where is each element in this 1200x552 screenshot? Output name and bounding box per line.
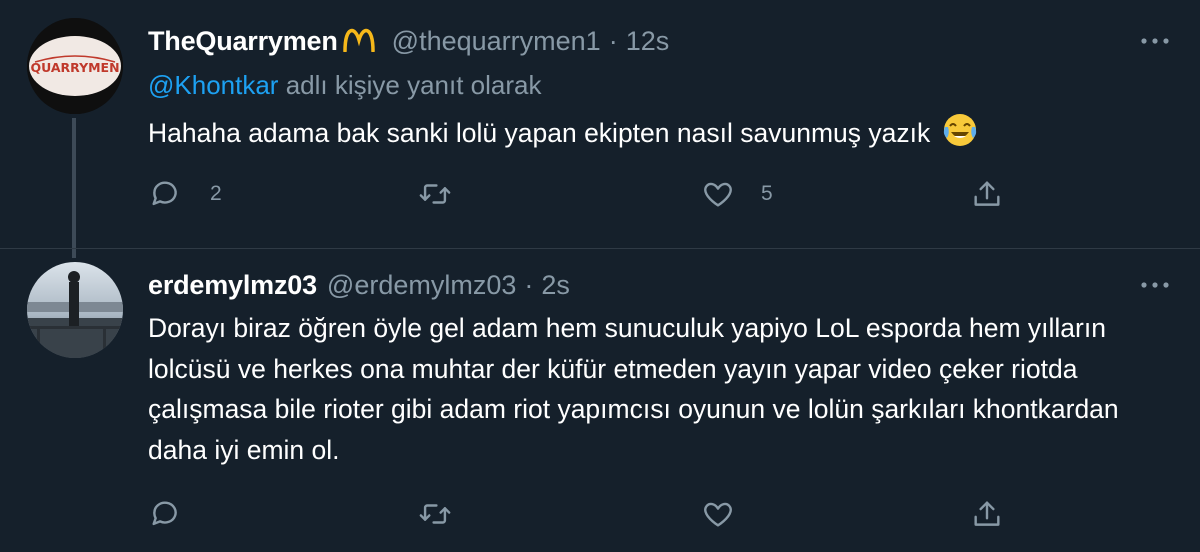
thread-connector-line [72, 118, 76, 258]
separator-dot: · [524, 270, 534, 300]
tweet-text: Dorayı biraz öğren öyle gel adam hem sun… [148, 313, 1119, 465]
golden-arches-badge-icon [342, 28, 375, 52]
face-with-tears-of-joy-icon [943, 114, 976, 146]
like-button[interactable] [701, 494, 761, 534]
share-icon [974, 181, 1000, 206]
mention-link[interactable]: @Khontkar [148, 70, 278, 100]
retweet-icon [419, 504, 451, 524]
timestamp[interactable]: 12s [626, 26, 670, 57]
like-count: 5 [761, 182, 773, 205]
avatar-logo-text: QUARRYMEN [30, 60, 119, 75]
retweet-button[interactable] [418, 174, 480, 214]
tweet-text-content: Hahaha adama bak sanki lolü yapan ekipte… [148, 118, 931, 148]
reply-context-label: adlı kişiye yanıt olarak [278, 70, 542, 100]
more-options-icon[interactable] [1140, 280, 1170, 290]
tweet-text: Hahaha adama bak sanki lolü yapan ekipte… [148, 112, 978, 154]
more-options-icon[interactable] [1140, 36, 1170, 46]
share-button[interactable] [970, 494, 1004, 534]
tweet-reply[interactable]: erdemylmz03 @erdemylmz03 · 2s Dorayı bir… [0, 248, 1200, 552]
tweet-parent[interactable]: QUARRYMEN TheQuarrymen @thequarrymen1 · … [0, 0, 1200, 258]
reply-button[interactable] [148, 494, 210, 534]
display-name[interactable]: erdemylmz03 [148, 270, 317, 301]
share-button[interactable] [970, 174, 1004, 214]
display-name[interactable]: TheQuarrymen [148, 26, 338, 57]
profile-photo-icon [27, 262, 123, 358]
quarrymen-logo-icon: QUARRYMEN [27, 18, 123, 114]
tweet-header: erdemylmz03 @erdemylmz03 · 2s [148, 270, 570, 301]
heart-icon [704, 182, 732, 207]
tweet-actions: 2 5 [148, 174, 1028, 214]
timestamp[interactable]: 2s [541, 270, 570, 301]
retweet-icon [419, 184, 451, 204]
separator-dot: · [608, 26, 618, 56]
user-handle[interactable]: @thequarrymen1 [392, 26, 601, 57]
like-button[interactable]: 5 [701, 174, 773, 214]
avatar-erdemylmz03[interactable] [27, 262, 123, 358]
tweet-actions [148, 494, 1028, 534]
reply-context: @Khontkar adlı kişiye yanıt olarak [148, 70, 541, 101]
reply-icon [152, 501, 177, 526]
reply-button[interactable]: 2 [148, 174, 222, 214]
reply-count: 2 [210, 182, 222, 205]
user-handle[interactable]: @erdemylmz03 [327, 270, 516, 301]
share-icon [974, 501, 1000, 526]
reply-icon [152, 181, 177, 206]
retweet-button[interactable] [418, 494, 480, 534]
heart-icon [704, 502, 732, 527]
avatar-thequarrymen[interactable]: QUARRYMEN [27, 18, 123, 114]
tweet-header: TheQuarrymen @thequarrymen1 · 12s [148, 26, 669, 57]
